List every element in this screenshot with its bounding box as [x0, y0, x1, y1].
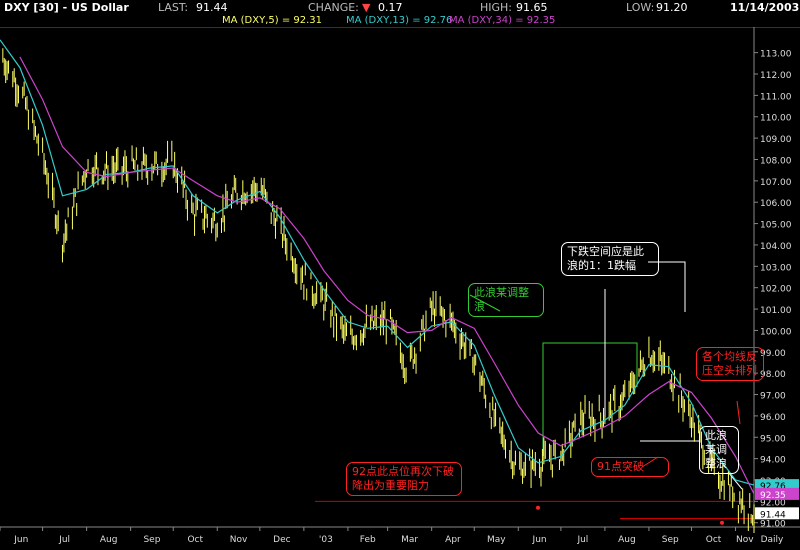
date-label: 11/14/2003: [730, 1, 800, 14]
chart-lines: [315, 500, 754, 525]
y-tick-label: 110.00: [760, 114, 792, 124]
low-point-marker: [536, 505, 540, 510]
ma34-legend: MA (DXY,34) = 92.35: [449, 15, 556, 26]
y-tick-label: 111.00: [760, 92, 792, 102]
last-value: 91.44: [196, 1, 228, 14]
chart-header: DXY [30] - US Dollar LAST: 91.44 CHANGE:…: [0, 0, 800, 28]
x-tick-label: Apr: [445, 535, 461, 545]
y-tick-label: 100.00: [760, 327, 792, 337]
x-tick-label: Jul: [58, 535, 70, 545]
ma13-legend: MA (DXY,13) = 92.76: [346, 15, 453, 26]
y-tick-label: 103.00: [760, 263, 792, 273]
symbol-title: DXY [30] - US Dollar: [4, 1, 129, 14]
change-value: 0.17: [378, 1, 403, 14]
last-value-markers: 92.7692.3591.44: [755, 479, 799, 520]
ma-note-pointer: [736, 400, 741, 425]
y-tick-label: 106.00: [760, 199, 792, 209]
y-tick-label: 94.00: [760, 456, 786, 466]
y-tick-label: 108.00: [760, 156, 792, 166]
y-tick-label: 97.00: [760, 392, 786, 402]
break-91-note: 91点突破: [591, 457, 669, 477]
ma5-legend: MA (DXY,5) = 92.31: [222, 15, 323, 26]
y-tick-label: 91.00: [760, 520, 786, 530]
last-value-label: 92.35: [760, 491, 786, 501]
last-label: LAST:: [158, 1, 189, 14]
y-axis: 91.0092.0093.0094.0095.0096.0097.0098.00…: [753, 27, 792, 530]
support-92-note: 92点此点位再次下破降出为重要阻力: [346, 462, 462, 496]
change-label: CHANGE:: [308, 1, 359, 14]
small-wave-note: 此浪某调整浪: [699, 426, 739, 474]
x-tick-label: Nov: [736, 535, 754, 545]
x-tick-label: Daily: [761, 535, 784, 545]
y-tick-label: 112.00: [760, 71, 792, 81]
green-wave-note: 此浪某调整浪: [468, 283, 544, 317]
x-axis: Jun Jul Aug Sep Oct Nov Dec '03 Feb Mar Apr May Jun J…: [0, 526, 800, 545]
low-point-marker: [720, 520, 724, 525]
x-tick-label: Aug: [100, 535, 118, 545]
x-tick-label: Oct: [706, 535, 722, 545]
x-tick-label: Sep: [662, 535, 679, 545]
x-tick-label: Oct: [187, 535, 203, 545]
y-tick-label: 109.00: [760, 135, 792, 145]
y-tick-label: 113.00: [760, 50, 792, 60]
x-tick-label: '03: [319, 535, 333, 545]
y-tick-label: 95.00: [760, 434, 786, 444]
x-tick-label: Jun: [13, 535, 28, 545]
low-label: LOW:: [626, 1, 655, 14]
x-tick-label: Aug: [618, 535, 636, 545]
y-tick-label: 102.00: [760, 285, 792, 295]
last-value-label: 91.44: [760, 510, 786, 520]
x-tick-label: Sep: [143, 535, 160, 545]
y-tick-label: 105.00: [760, 221, 792, 231]
y-tick-label: 101.00: [760, 306, 792, 316]
x-tick-label: Mar: [401, 535, 418, 545]
x-tick-label: Nov: [230, 535, 248, 545]
x-tick-label: Dec: [273, 535, 290, 545]
low-value: 91.20: [656, 1, 688, 14]
x-tick-label: Jun: [532, 535, 547, 545]
y-tick-label: 104.00: [760, 242, 792, 252]
target-note: 下跌空间应是此浪的1：1跌幅: [561, 242, 659, 276]
x-tick-label: Jul: [576, 535, 588, 545]
ma-resistance-note: 各个均线反压空头排列: [696, 347, 764, 381]
y-tick-label: 107.00: [760, 178, 792, 188]
high-label: HIGH:: [480, 1, 513, 14]
change-down-icon: ▼: [362, 1, 371, 14]
x-tick-label: May: [487, 535, 506, 545]
x-tick-label: Feb: [360, 535, 376, 545]
high-value: 91.65: [516, 1, 548, 14]
y-tick-label: 96.00: [760, 413, 786, 423]
